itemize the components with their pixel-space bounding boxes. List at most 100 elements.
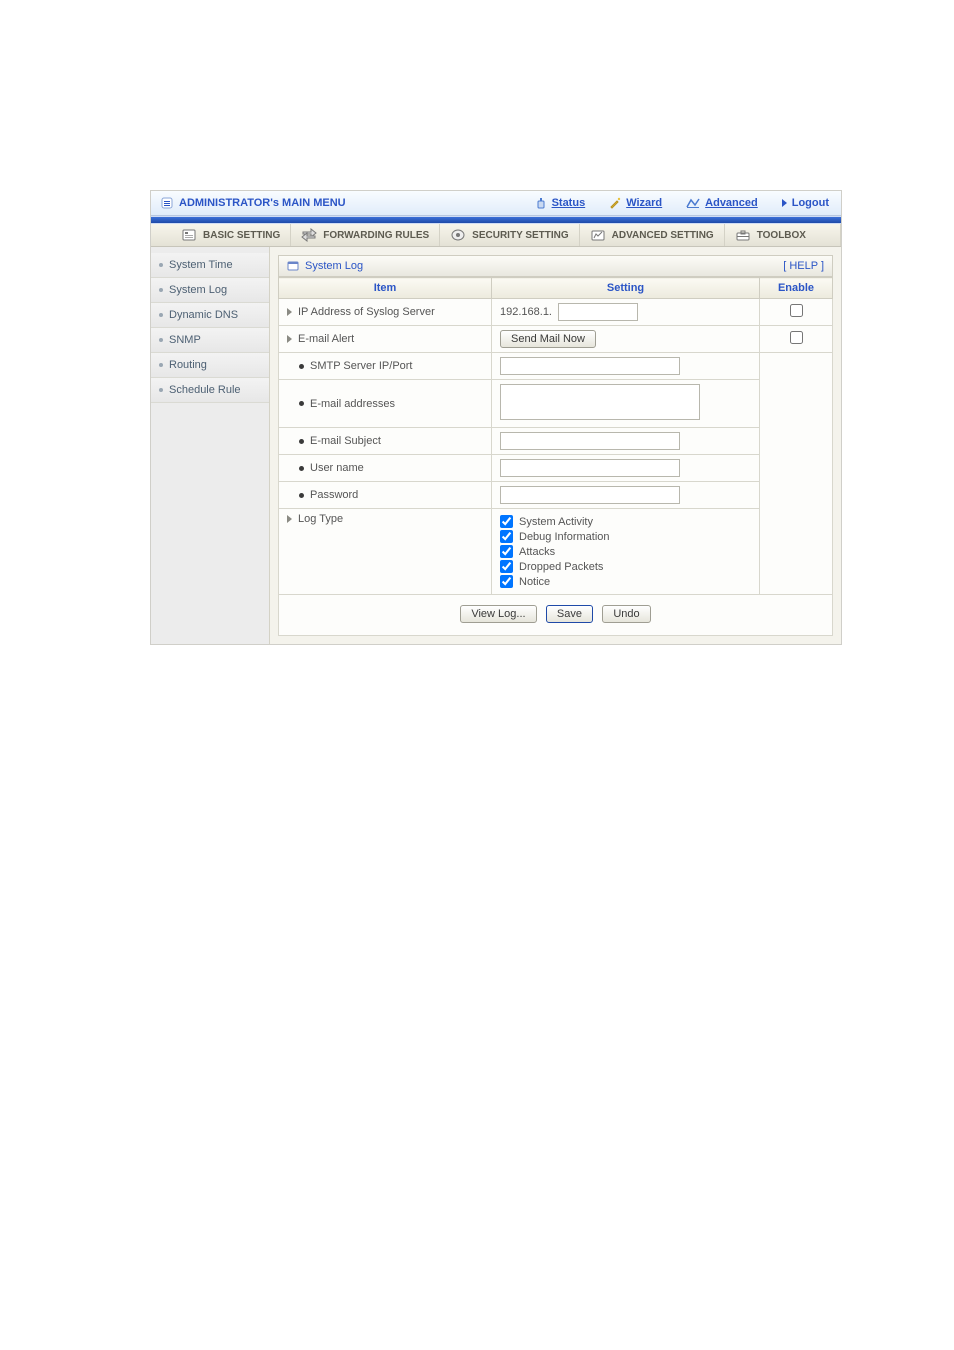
bullet-icon: [159, 363, 163, 367]
security-icon: [450, 228, 466, 242]
tab-security-label: SECURITY SETTING: [472, 230, 569, 241]
bullet-icon: [159, 313, 163, 317]
chevron-right-icon: [782, 199, 787, 207]
ip-syslog-label: IP Address of Syslog Server: [298, 306, 435, 318]
chevron-right-icon: [287, 335, 292, 343]
tab-forwarding-rules[interactable]: FORWARDING RULES: [291, 224, 440, 246]
col-setting: Setting: [492, 278, 760, 299]
logtype-label-4: Notice: [519, 576, 550, 588]
username-input[interactable]: [500, 459, 680, 477]
row-email-addresses: E-mail addresses: [279, 380, 833, 428]
send-mail-now-button[interactable]: Send Mail Now: [500, 330, 596, 348]
nav-wizard-label: Wizard: [626, 197, 662, 209]
logtype-label-1: Debug Information: [519, 531, 610, 543]
smtp-input[interactable]: [500, 357, 680, 375]
sidebar-item-label: Schedule Rule: [169, 384, 241, 396]
sidebar-item-system-log[interactable]: System Log: [151, 278, 269, 303]
panel-title: System Log: [305, 260, 363, 272]
tab-security-setting[interactable]: SECURITY SETTING: [440, 224, 580, 246]
sidebar-item-snmp[interactable]: SNMP: [151, 328, 269, 353]
row-password: Password: [279, 482, 833, 509]
nav-status[interactable]: Status: [523, 197, 598, 209]
chevron-right-icon: [287, 308, 292, 316]
logtype-label-2: Attacks: [519, 546, 555, 558]
wizard-icon: [609, 197, 621, 209]
logtype-notice[interactable]: [500, 575, 513, 588]
status-icon: [535, 197, 547, 209]
email-alert-label: E-mail Alert: [298, 333, 354, 345]
nav-advanced-label: Advanced: [705, 197, 758, 209]
tab-toolbox-label: TOOLBOX: [757, 230, 806, 241]
bullet-icon: [299, 466, 304, 471]
row-logtype: Log Type System Activity Debug Informati…: [279, 509, 833, 595]
footer-actions: View Log... Save Undo: [278, 595, 833, 636]
view-log-button[interactable]: View Log...: [460, 605, 536, 623]
sidebar-item-schedule-rule[interactable]: Schedule Rule: [151, 378, 269, 403]
logtype-dropped-packets[interactable]: [500, 560, 513, 573]
logtype-label-3: Dropped Packets: [519, 561, 603, 573]
ip-syslog-input[interactable]: [558, 303, 638, 321]
nav-wizard[interactable]: Wizard: [597, 197, 674, 209]
nav-logout[interactable]: Logout: [770, 197, 841, 209]
bullet-icon: [299, 439, 304, 444]
email-alert-enable[interactable]: [790, 331, 803, 344]
ip-prefix: 192.168.1.: [500, 306, 552, 318]
advanced-setting-icon: [590, 228, 606, 242]
email-addresses-input[interactable]: [500, 384, 700, 420]
advanced-icon: [686, 197, 700, 209]
menu-icon: [161, 197, 173, 209]
sidebar-item-label: System Log: [169, 284, 227, 296]
bullet-icon: [159, 288, 163, 292]
main-menu-text: ADMINISTRATOR's MAIN MENU: [179, 197, 346, 209]
config-table: Item Setting Enable IP Address of Syslog…: [278, 277, 833, 595]
tab-toolbox[interactable]: TOOLBOX: [725, 224, 841, 246]
sidebar: System Time System Log Dynamic DNS SNMP …: [151, 247, 270, 644]
save-button[interactable]: Save: [546, 605, 593, 623]
sidebar-item-label: System Time: [169, 259, 233, 271]
sidebar-item-routing[interactable]: Routing: [151, 353, 269, 378]
col-enable: Enable: [760, 278, 833, 299]
tab-basic-label: BASIC SETTING: [203, 230, 280, 241]
forwarding-icon: [301, 228, 317, 242]
help-link[interactable]: [ HELP ]: [783, 260, 824, 272]
email-subject-label: E-mail Subject: [310, 435, 381, 447]
row-ip-syslog: IP Address of Syslog Server 192.168.1.: [279, 299, 833, 326]
email-addresses-label: E-mail addresses: [310, 398, 395, 410]
tab-advanced-setting[interactable]: ADVANCED SETTING: [580, 224, 725, 246]
bullet-icon: [159, 388, 163, 392]
main-menu-label[interactable]: ADMINISTRATOR's MAIN MENU: [151, 197, 346, 209]
sidebar-item-label: Dynamic DNS: [169, 309, 238, 321]
logtype-label-0: System Activity: [519, 516, 593, 528]
bullet-icon: [299, 401, 304, 406]
tab-basic-setting[interactable]: BASIC SETTING: [151, 224, 291, 246]
row-smtp: SMTP Server IP/Port: [279, 353, 833, 380]
smtp-label: SMTP Server IP/Port: [310, 360, 413, 372]
sidebar-item-system-time[interactable]: System Time: [151, 253, 269, 278]
password-label: Password: [310, 489, 358, 501]
sidebar-item-label: Routing: [169, 359, 207, 371]
row-email-alert: E-mail Alert Send Mail Now: [279, 326, 833, 353]
logtype-attacks[interactable]: [500, 545, 513, 558]
panel-icon: [287, 260, 299, 272]
row-username: User name: [279, 455, 833, 482]
bullet-icon: [299, 493, 304, 498]
bullet-icon: [299, 364, 304, 369]
chevron-right-icon: [287, 515, 292, 523]
col-item: Item: [279, 278, 492, 299]
tab-row: BASIC SETTING FORWARDING RULES SECURITY …: [151, 224, 841, 247]
email-subject-input[interactable]: [500, 432, 680, 450]
nav-advanced[interactable]: Advanced: [674, 197, 770, 209]
logtype-system-activity[interactable]: [500, 515, 513, 528]
tab-advanced-label: ADVANCED SETTING: [612, 230, 714, 241]
row-email-subject: E-mail Subject: [279, 428, 833, 455]
admin-panel: ADMINISTRATOR's MAIN MENU Status Wizard: [150, 190, 842, 645]
basic-setting-icon: [181, 228, 197, 242]
nav-logout-label: Logout: [792, 197, 829, 209]
password-input[interactable]: [500, 486, 680, 504]
top-nav: ADMINISTRATOR's MAIN MENU Status Wizard: [151, 191, 841, 216]
panel-header: System Log [ HELP ]: [278, 255, 833, 277]
logtype-debug-info[interactable]: [500, 530, 513, 543]
sidebar-item-dynamic-dns[interactable]: Dynamic DNS: [151, 303, 269, 328]
undo-button[interactable]: Undo: [602, 605, 650, 623]
ip-syslog-enable[interactable]: [790, 304, 803, 317]
